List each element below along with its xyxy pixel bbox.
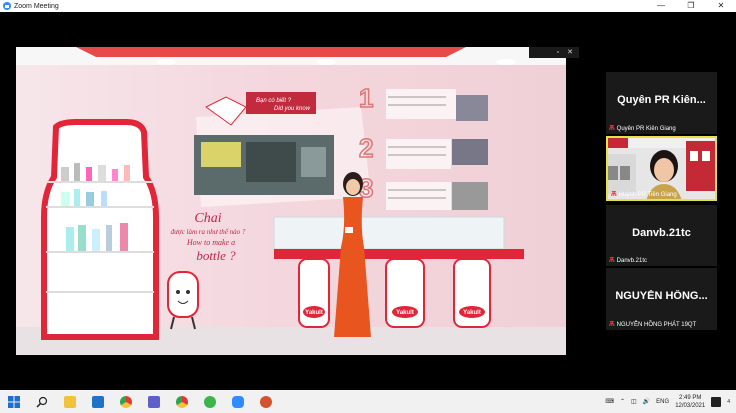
participant-name: NGUYỄN HỒNG PHÁT 19QT (616, 321, 697, 328)
volume-icon[interactable]: 🔊 (643, 398, 650, 405)
bubble-question-en: Did you know (274, 106, 311, 112)
chevron-up-icon[interactable]: ⌃ (620, 398, 625, 405)
yakult-bottle-displays: Yakult Yakult Yakult (298, 258, 491, 328)
window-title: Zoom Meeting (14, 2, 59, 10)
participant-tile-1[interactable]: Quyên PR Kiên... Ѫ Quyên PR Kiên Giang (606, 72, 717, 134)
title-bar: Zoom Meeting — ❐ ✕ (0, 0, 736, 12)
clock-time: 2:49 PM (679, 394, 702, 401)
clock[interactable]: 2:49 PM 12/03/2021 (675, 394, 705, 410)
wechat-icon[interactable] (196, 390, 224, 413)
teams-icon[interactable] (140, 390, 168, 413)
bubble-question: Bạn có biết ? (256, 97, 292, 104)
keyboard-icon[interactable]: ⌨ (605, 398, 614, 405)
chrome-icon[interactable] (112, 390, 140, 413)
video-close-icon[interactable]: ✕ (567, 49, 573, 56)
popout-icon[interactable]: ▫ (557, 49, 559, 56)
brand-label-3: Yakult (463, 310, 481, 316)
language-indicator[interactable]: ENG (656, 399, 669, 405)
close-button[interactable]: ✕ (706, 0, 736, 12)
participant-label: Ѫ Quyên PR Kiên Giang (609, 125, 676, 132)
minimize-button[interactable]: — (646, 0, 676, 12)
participant-label: Ѫ NGUYỄN HỒNG PHÁT 19QT (609, 321, 696, 328)
media-player-icon[interactable] (84, 390, 112, 413)
windows-start-icon[interactable] (0, 390, 28, 413)
notification-count: 4 (727, 398, 730, 405)
participant-label: Ѫ Danvb.21tc (609, 257, 647, 264)
slogan-line1: được làm ra như thế nào ? (171, 228, 246, 236)
svg-text:1: 1 (359, 83, 373, 113)
chrome-profile-icon[interactable] (168, 390, 196, 413)
system-tray: ⌨ ⌃ ◫ 🔊 ENG 2:49 PM 12/03/2021 4 (605, 390, 736, 413)
participant-big-name: NGUYỄN HỒNG... (615, 290, 708, 302)
participant-label: Ѫ Huỳnh PR Tiền Giang (611, 191, 677, 198)
clock-date: 12/03/2021 (675, 402, 706, 409)
mic-muted-icon: Ѫ (611, 191, 617, 198)
restore-button[interactable]: ❐ (676, 0, 706, 12)
windows-taskbar: ⌨ ⌃ ◫ 🔊 ENG 2:49 PM 12/03/2021 4 (0, 390, 736, 413)
participant-tile-3[interactable]: Danvb.21tc Ѫ Danvb.21tc (606, 205, 717, 266)
glass-display-cases (273, 216, 505, 250)
svg-text:2: 2 (359, 133, 373, 163)
brand-label-1: Yakult (305, 310, 323, 316)
participant-name: Danvb.21tc (616, 257, 648, 264)
slogan-chai: Chai (194, 211, 221, 226)
notification-icon[interactable] (711, 396, 722, 407)
participant-tile-4[interactable]: NGUYỄN HỒNG... Ѫ NGUYỄN HỒNG PHÁT 19QT (606, 268, 717, 330)
mic-muted-icon: Ѫ (609, 125, 615, 132)
participant-tile-2[interactable]: Ѫ Huỳnh PR Tiền Giang (606, 136, 717, 201)
participant-name: Quyên PR Kiên Giang (616, 125, 676, 132)
search-icon[interactable] (28, 390, 56, 413)
network-icon[interactable]: ◫ (631, 398, 637, 405)
zoom-icon[interactable] (224, 390, 252, 413)
window-controls: — ❐ ✕ (646, 0, 736, 12)
brand-label-2: Yakult (396, 310, 414, 316)
mic-muted-icon: Ѫ (609, 321, 615, 328)
participant-big-name: Quyên PR Kiên... (617, 94, 706, 106)
participant-name: Huỳnh PR Tiền Giang (618, 191, 677, 198)
mic-muted-icon: Ѫ (609, 257, 615, 264)
zoom-app-icon (3, 2, 11, 10)
file-explorer-icon[interactable] (56, 390, 84, 413)
speaker-video-frame: Chai được làm ra như thế nào ? How to ma… (16, 47, 566, 355)
powerpoint-icon[interactable] (252, 390, 280, 413)
slogan-line3: bottle ? (196, 248, 236, 263)
slogan-line2: How to make a (186, 238, 235, 247)
video-controls: ▫ ✕ (529, 47, 579, 58)
speaker-video[interactable]: Chai được làm ra như thế nào ? How to ma… (16, 47, 566, 355)
participant-big-name: Danvb.21tc (632, 227, 691, 239)
